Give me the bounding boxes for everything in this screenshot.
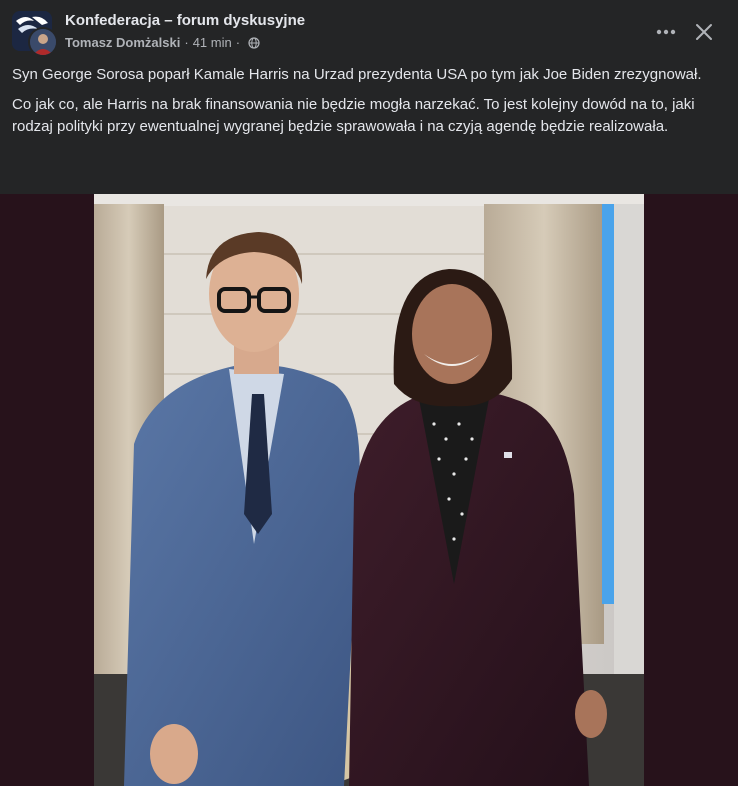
post-header: Konfederacja – forum dyskusyjne Tomasz D… bbox=[0, 0, 738, 62]
photo-container bbox=[0, 194, 738, 786]
author-photo-icon bbox=[30, 29, 56, 55]
group-name-link[interactable]: Konfederacja – forum dyskusyjne bbox=[65, 12, 305, 29]
post-paragraph-2: Co jak co, ale Harris na brak finansowan… bbox=[12, 96, 695, 135]
post-photo[interactable] bbox=[94, 194, 644, 786]
author-name-link[interactable]: Tomasz Domżalski bbox=[65, 35, 180, 50]
more-horizontal-icon bbox=[656, 29, 676, 35]
post-photo-image bbox=[94, 194, 644, 786]
close-button[interactable] bbox=[687, 15, 721, 49]
globe-icon[interactable] bbox=[248, 36, 260, 49]
post-timestamp[interactable]: 41 min bbox=[193, 35, 232, 50]
post-text: Syn George Sorosa poparł Kamale Harris n… bbox=[12, 64, 728, 146]
meta-separator: · bbox=[184, 35, 189, 50]
author-avatar[interactable] bbox=[28, 27, 58, 57]
close-icon bbox=[696, 24, 712, 40]
post-meta: Tomasz Domżalski · 41 min · bbox=[65, 35, 260, 50]
post-card: Konfederacja – forum dyskusyjne Tomasz D… bbox=[0, 0, 738, 786]
more-options-button[interactable] bbox=[648, 16, 684, 48]
post-paragraph-1: Syn George Sorosa poparł Kamale Harris n… bbox=[12, 66, 702, 83]
meta-separator-2: · bbox=[235, 35, 241, 50]
